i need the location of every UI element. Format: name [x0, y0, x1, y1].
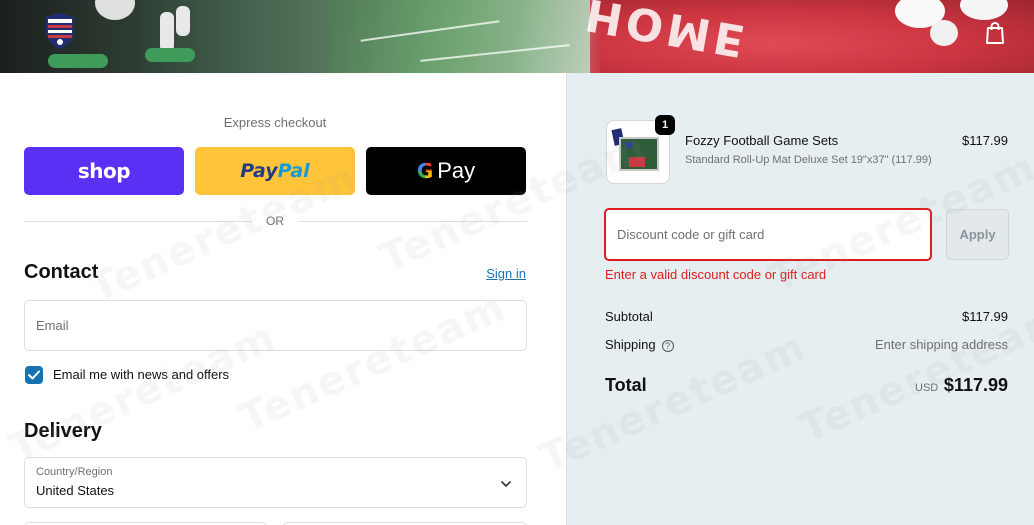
checkout-form: Express checkout shop Pay Pal G Pay OR Co…	[0, 73, 566, 525]
shipping-row: Shipping?	[605, 337, 674, 352]
google-g-icon: G	[416, 159, 434, 183]
shield-logo-icon[interactable]	[44, 13, 76, 49]
country-select[interactable]: Country/Region United States	[24, 457, 527, 508]
delivery-title: Delivery	[24, 420, 102, 442]
contact-title: Contact	[24, 261, 99, 283]
product-variant: Standard Roll-Up Mat Deluxe Set 19"x37" …	[685, 154, 932, 166]
paypal-label-pal: Pal	[277, 160, 310, 182]
product-title: Fozzy Football Game Sets	[685, 133, 839, 148]
discount-input[interactable]	[606, 210, 930, 259]
shop-pay-label: shop	[77, 159, 131, 183]
header-banner: HOME	[0, 0, 1034, 73]
newsletter-label: Email me with news and offers	[53, 367, 230, 382]
divider-line	[24, 221, 252, 222]
banner-figure	[176, 6, 190, 36]
checkmark-icon	[28, 370, 40, 380]
shipping-value: Enter shipping address	[875, 337, 1008, 352]
country-value: United States	[36, 483, 115, 498]
product-price: $117.99	[961, 133, 1008, 148]
divider-or: OR	[266, 214, 284, 228]
chevron-down-icon	[501, 481, 511, 487]
banner-figure	[160, 12, 174, 52]
banner-base	[145, 48, 195, 62]
country-label: Country/Region	[36, 466, 113, 478]
banner-field-graphic	[330, 0, 590, 73]
apply-button[interactable]: Apply	[946, 209, 1009, 260]
sign-in-link[interactable]: Sign in	[470, 266, 526, 281]
discount-field[interactable]	[604, 208, 932, 261]
banner-base	[48, 54, 108, 68]
express-checkout-label: Express checkout	[223, 115, 327, 130]
shopping-bag-icon[interactable]	[984, 21, 1006, 45]
email-field[interactable]	[24, 300, 527, 351]
divider-line	[298, 221, 527, 222]
shipping-label: Shipping	[605, 337, 656, 352]
discount-error: Enter a valid discount code or gift card	[605, 267, 827, 282]
paypal-button[interactable]: Pay Pal	[195, 147, 355, 195]
google-pay-label: Pay	[437, 158, 476, 183]
subtotal-label: Subtotal	[605, 309, 653, 324]
google-pay-button[interactable]: G Pay	[366, 147, 526, 195]
total-label: Total	[605, 375, 647, 395]
order-summary: 1 Fozzy Football Game Sets Standard Roll…	[566, 73, 1034, 525]
banner-blob	[930, 20, 958, 46]
subtotal-value: $117.99	[961, 309, 1008, 324]
paypal-label-pay: Pay	[240, 160, 278, 182]
email-input[interactable]	[25, 301, 526, 350]
quantity-badge: 1	[655, 115, 675, 135]
question-circle-icon[interactable]: ?	[661, 340, 674, 352]
shop-pay-button[interactable]: shop	[24, 147, 184, 195]
newsletter-checkbox[interactable]	[25, 366, 43, 384]
total-value: $117.99	[943, 375, 1008, 395]
product-mat-graphic	[619, 137, 659, 171]
banner-blob	[95, 0, 135, 20]
